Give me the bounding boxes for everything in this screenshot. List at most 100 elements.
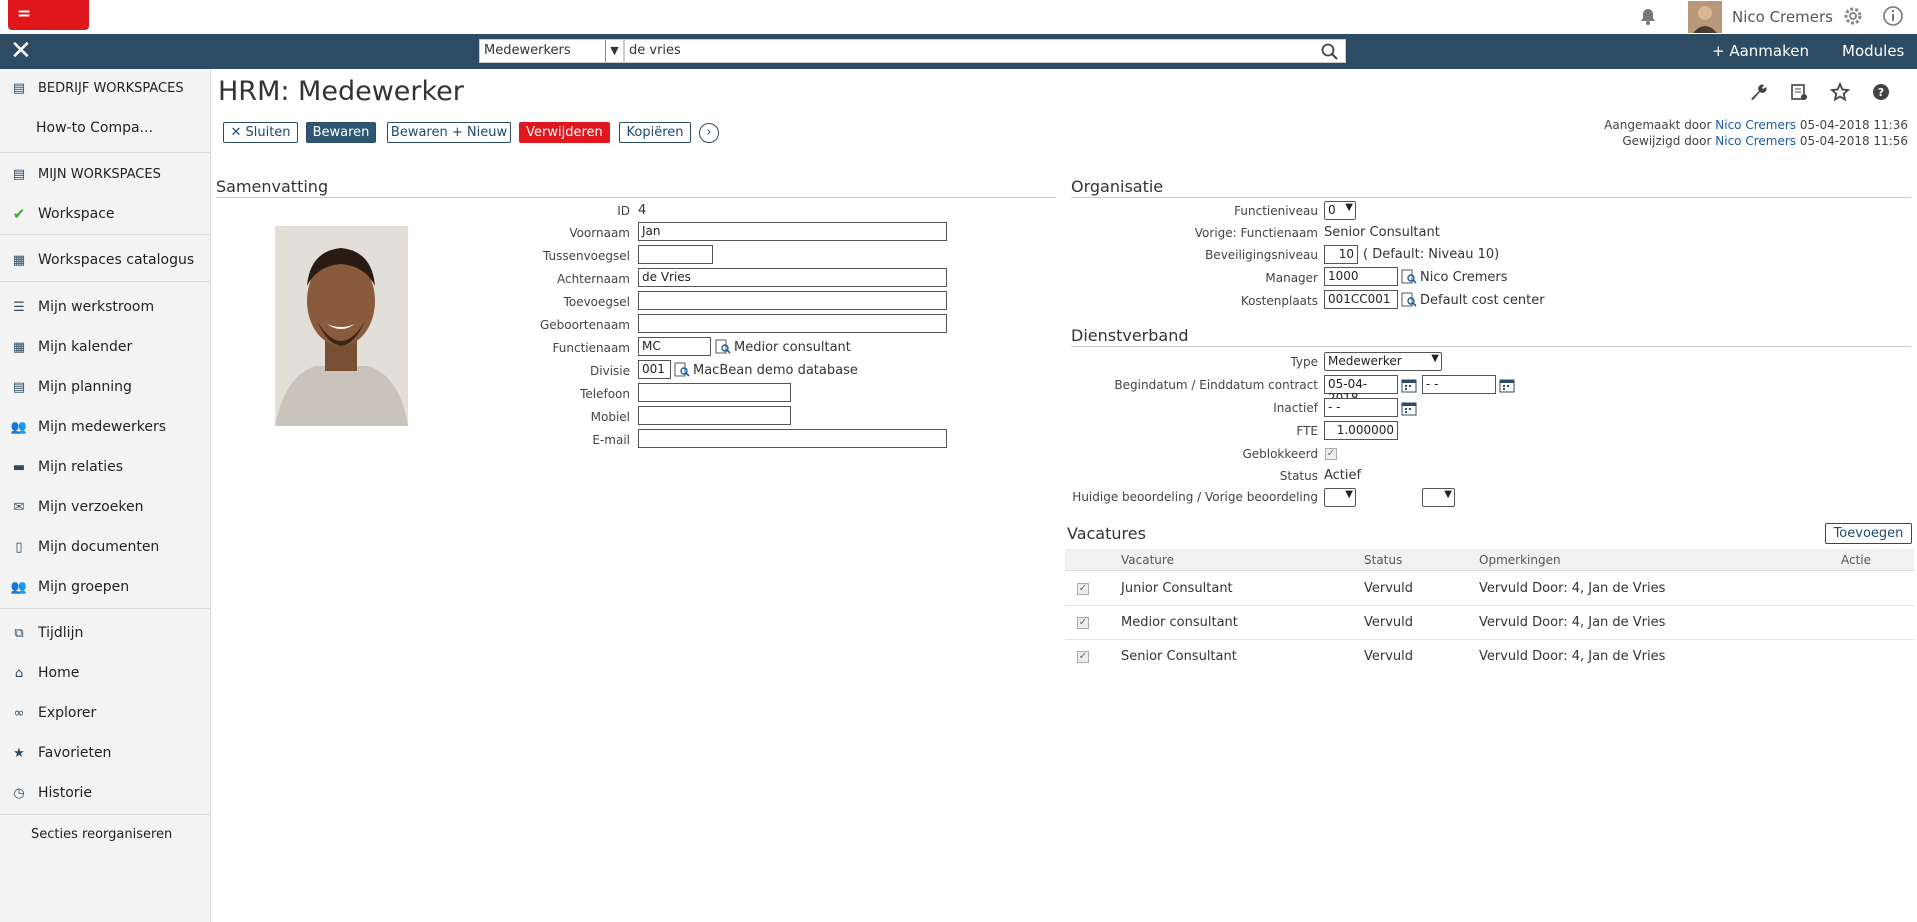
lookup-icon[interactable] <box>715 339 731 355</box>
sidebar-item-label: Mijn planning <box>38 379 132 395</box>
sidebar-item-history[interactable]: ◷ Historie <box>0 778 210 808</box>
mobile-field[interactable] <box>638 406 791 425</box>
sidebar-item-workflow[interactable]: ☰ Mijn werkstroom <box>0 292 210 322</box>
sidebar-item-planning[interactable]: ▤ Mijn planning <box>0 372 210 402</box>
sidebar-item-relations[interactable]: ▬ Mijn relaties <box>0 452 210 482</box>
jobtitle-code-field[interactable]: MC <box>638 337 711 356</box>
start-date-field[interactable]: 05-04-2018 <box>1324 375 1398 405</box>
user-name[interactable]: Nico Cremers <box>1732 8 1833 26</box>
modified-by-link[interactable]: Nico Cremers <box>1715 134 1796 148</box>
calendar-icon[interactable] <box>1401 377 1417 393</box>
costcenter-code-field[interactable]: 001CC001 <box>1324 290 1398 309</box>
vacature-link[interactable]: Medior consultant <box>1121 615 1238 630</box>
sidebar-item-label: Mijn relaties <box>38 459 123 475</box>
fte-field[interactable]: 1.000000 <box>1324 421 1398 440</box>
exact-logo[interactable]: = exact <box>8 0 89 52</box>
sidebar-item-requests[interactable]: ✉ Mijn verzoeken <box>0 492 210 522</box>
addition-field[interactable] <box>638 291 947 310</box>
sidebar-item-home[interactable]: ⌂ Home <box>0 658 210 688</box>
blocked-checkbox[interactable]: ✓ <box>1325 448 1337 460</box>
calendar-icon[interactable] <box>1401 400 1417 416</box>
sidebar-item-timeline[interactable]: ⧉ Tijdlijn <box>0 618 210 648</box>
search-input[interactable]: de vries <box>624 39 1346 63</box>
column-opmerkingen[interactable]: Opmerkingen <box>1479 553 1561 567</box>
sidebar-item-favorites[interactable]: ★ Favorieten <box>0 738 210 768</box>
phone-field[interactable] <box>638 383 791 402</box>
manager-label: Manager <box>1265 271 1318 285</box>
jobtitle-link[interactable]: Medior consultant <box>734 340 851 355</box>
sidebar-item-calendar[interactable]: ▦ Mijn kalender <box>0 332 210 362</box>
divider <box>216 197 1056 198</box>
inactive-date-field[interactable]: - - <box>1324 398 1398 417</box>
checkmark-icon: ✔ <box>12 205 26 223</box>
sidebar-item-workspace[interactable]: ✔ Workspace <box>0 199 210 229</box>
column-vacature[interactable]: Vacature <box>1121 553 1174 567</box>
dates-label: Begindatum / Einddatum contract <box>1114 378 1318 392</box>
row-checkbox[interactable]: ✓ <box>1077 617 1089 629</box>
add-vacature-button[interactable]: Toevoegen <box>1825 523 1912 544</box>
division-link[interactable]: MacBean demo database <box>693 363 858 378</box>
sidebar-item-my-workspaces[interactable]: ▤ MIJN WORKSPACES <box>0 159 210 189</box>
vacature-link[interactable]: Junior Consultant <box>1121 581 1233 596</box>
gear-icon[interactable] <box>1842 5 1864 27</box>
division-code-field[interactable]: 001 <box>638 360 671 379</box>
search-scope-select[interactable]: Medewerkers ▼ <box>479 39 624 63</box>
employee-photo[interactable] <box>275 226 408 426</box>
employment-section-title: Dienstverband <box>1071 326 1189 345</box>
middlename-field[interactable] <box>638 245 713 264</box>
sidebar-item-employees[interactable]: 👥 Mijn medewerkers <box>0 412 210 442</box>
more-actions-button[interactable]: › <box>699 123 719 143</box>
row-checkbox[interactable]: ✓ <box>1077 651 1089 663</box>
sidebar-item-groups[interactable]: 👥 Mijn groepen <box>0 572 210 602</box>
table-row[interactable]: ✓ Junior Consultant Vervuld Vervuld Door… <box>1065 572 1914 606</box>
sidebar-item-howto[interactable]: How-to Compa... <box>0 113 210 143</box>
wrench-icon[interactable] <box>1748 82 1768 102</box>
group-icon: 👥 <box>10 579 28 595</box>
sidebar-item-company-workspaces[interactable]: ▤ BEDRIJF WORKSPACES <box>0 73 210 103</box>
table-row[interactable]: ✓ Senior Consultant Vervuld Vervuld Door… <box>1065 640 1914 674</box>
vacature-link[interactable]: Senior Consultant <box>1121 649 1237 664</box>
level-select[interactable]: 0 ▼ <box>1324 201 1356 220</box>
create-button[interactable]: + Aanmaken <box>1712 42 1809 60</box>
close-icon[interactable]: ✕ <box>10 38 32 64</box>
manager-code-field[interactable]: 1000 <box>1324 267 1398 286</box>
lastname-field[interactable]: de Vries <box>638 268 947 287</box>
costcenter-link[interactable]: Default cost center <box>1420 293 1545 308</box>
sidebar-item-explorer[interactable]: ∞ Explorer <box>0 698 210 728</box>
user-avatar[interactable] <box>1688 1 1722 33</box>
end-date-field[interactable]: - - <box>1422 375 1496 394</box>
notification-bell-icon[interactable] <box>1637 5 1659 27</box>
info-icon[interactable] <box>1882 5 1904 27</box>
save-new-button[interactable]: Bewaren + Nieuw <box>387 122 511 143</box>
help-icon[interactable]: ? <box>1871 82 1891 102</box>
save-button[interactable]: Bewaren <box>306 122 376 143</box>
search-icon[interactable] <box>1320 42 1340 62</box>
lookup-icon[interactable] <box>674 362 690 378</box>
email-field[interactable] <box>638 429 947 448</box>
column-status[interactable]: Status <box>1364 553 1402 567</box>
row-checkbox[interactable]: ✓ <box>1077 583 1089 595</box>
star-icon[interactable] <box>1830 82 1850 102</box>
lookup-icon[interactable] <box>1401 269 1417 285</box>
modules-button[interactable]: Modules <box>1842 42 1904 60</box>
delete-button[interactable]: Verwijderen <box>519 122 610 143</box>
current-review-select[interactable]: ▼ <box>1324 488 1356 507</box>
level-value: 0 <box>1328 203 1336 217</box>
reorganize-sections-link[interactable]: Secties reorganiseren <box>0 819 210 849</box>
copy-button[interactable]: Kopiëren <box>619 122 691 143</box>
security-field[interactable]: 10 <box>1324 245 1358 264</box>
sidebar-item-documents[interactable]: ▯ Mijn documenten <box>0 532 210 562</box>
close-button[interactable]: ✕ Sluiten <box>223 122 298 143</box>
firstname-field[interactable]: Jan <box>638 222 947 241</box>
birthname-field[interactable] <box>638 314 947 333</box>
manager-link[interactable]: Nico Cremers <box>1420 270 1507 285</box>
sidebar-item-catalog[interactable]: ▦ Workspaces catalogus <box>0 245 210 275</box>
type-select[interactable]: Medewerker ▼ <box>1324 352 1442 371</box>
lookup-icon[interactable] <box>1401 292 1417 308</box>
table-row[interactable]: ✓ Medior consultant Vervuld Vervuld Door… <box>1065 606 1914 640</box>
people-icon: 👥 <box>10 419 28 435</box>
calendar-icon[interactable] <box>1499 377 1515 393</box>
report-icon[interactable] <box>1789 82 1809 102</box>
previous-review-select[interactable]: ▼ <box>1422 488 1455 507</box>
created-by-link[interactable]: Nico Cremers <box>1715 118 1796 132</box>
